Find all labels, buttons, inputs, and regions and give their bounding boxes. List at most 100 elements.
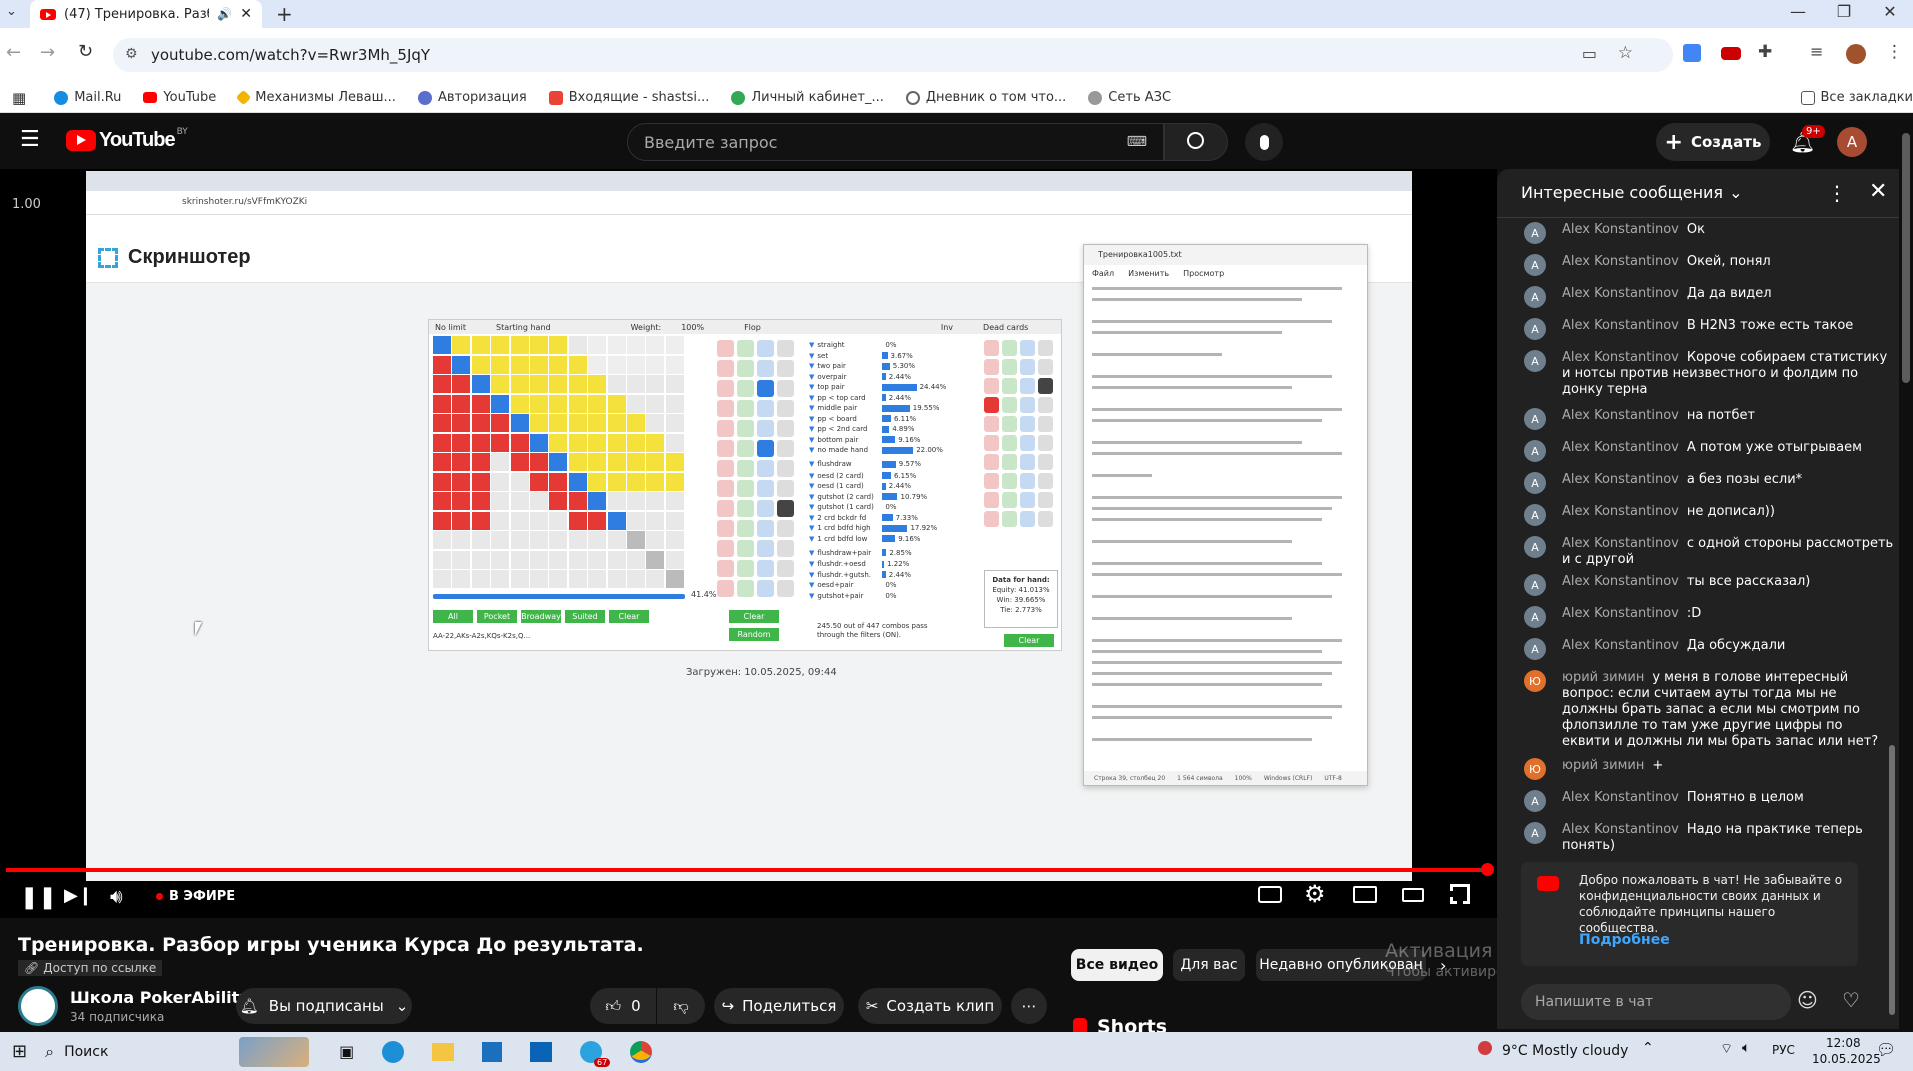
chat-input[interactable]: Напишите в чат	[1521, 984, 1791, 1020]
range-cell	[568, 531, 587, 549]
new-tab-button[interactable]: +	[276, 2, 293, 26]
explorer-icon[interactable]	[432, 1042, 455, 1061]
range-cell	[452, 453, 471, 471]
notepad-text-line	[1092, 287, 1342, 290]
account-avatar[interactable]: A	[1837, 127, 1867, 157]
flop-card-cell	[717, 440, 734, 457]
subscribed-button[interactable]: 🔔︎ Вы подписаны ⌄	[236, 988, 412, 1024]
task-view-icon[interactable]: ▣	[339, 1042, 354, 1061]
range-cell	[510, 511, 529, 530]
volume-icon[interactable]: 🔊︎	[110, 884, 123, 908]
youtube-logo[interactable]: YouTube BY	[66, 127, 188, 152]
emoji-icon[interactable]: ☺	[1797, 988, 1818, 1012]
bookmark-cabinet[interactable]: Личный кабинет_...	[731, 90, 884, 105]
reload-icon[interactable]: ↻	[78, 41, 93, 62]
channel-avatar[interactable]	[18, 986, 58, 1026]
speaker-icon[interactable]: 🔈︎	[1742, 1040, 1750, 1056]
bookmark-star-icon[interactable]: ☆	[1618, 43, 1633, 63]
chrome-icon[interactable]	[630, 1040, 653, 1063]
tab-close-icon[interactable]: ✕	[240, 6, 252, 22]
bookmark-mailru[interactable]: Mail.Ru	[54, 90, 121, 105]
stat-bar	[882, 560, 885, 568]
search-button[interactable]	[1164, 123, 1228, 161]
like-button[interactable]: 👍︎ 0	[590, 988, 656, 1024]
taskbar-search-label[interactable]: Поиск	[64, 1044, 239, 1060]
network-icon[interactable]: ⌔	[1720, 1040, 1733, 1058]
channel-name[interactable]: Школа PokerAbility	[70, 988, 250, 1007]
search-input[interactable]: Введите запрос ⌨	[627, 123, 1164, 161]
bookmark-auth[interactable]: Авторизация	[417, 90, 527, 105]
heart-icon[interactable]: ♡	[1842, 988, 1860, 1012]
chat-more-icon[interactable]: ⋮	[1827, 181, 1847, 205]
chip-all-videos[interactable]: Все видео	[1071, 949, 1163, 981]
chat-avatar: A	[1524, 822, 1546, 844]
chat-scroll-thumb[interactable]	[1889, 745, 1895, 1015]
progress-scrubber[interactable]	[1481, 863, 1494, 876]
browser-tab-active[interactable]: (47) Тренировка. Разбор и 🔊 ✕	[30, 0, 262, 28]
all-bookmarks[interactable]: Все закладки	[1800, 90, 1913, 105]
tray-chevron-icon[interactable]: ⌃	[1642, 1040, 1654, 1056]
chat-welcome-text: Добро пожаловать в чат! Не забывайте о к…	[1579, 873, 1843, 935]
translate-extension-icon[interactable]	[1683, 44, 1701, 62]
subtitles-icon[interactable]	[1258, 886, 1282, 903]
next-icon[interactable]: ▶❙	[64, 885, 93, 906]
chip-for-you[interactable]: Для вас	[1173, 949, 1245, 981]
create-button[interactable]: + Создать	[1656, 123, 1770, 161]
range-cell	[452, 472, 471, 491]
bookmark-diary[interactable]: Дневник о том что...	[905, 90, 1066, 105]
progress-bar[interactable]	[6, 863, 1494, 876]
forward-icon[interactable]: →	[40, 42, 55, 63]
telegram-icon[interactable]: 67	[580, 1040, 611, 1067]
close-window-icon[interactable]: ✕	[1870, 2, 1910, 21]
cast-icon[interactable]: ▭	[1582, 44, 1597, 63]
apps-grid-icon[interactable]: ▦	[12, 89, 26, 107]
address-bar[interactable]: ⚙ youtube.com/watch?v=Rwr3Mh_5JqY ▭ ☆	[113, 38, 1673, 72]
keyboard-icon[interactable]: ⌨	[1127, 134, 1147, 150]
site-info-icon[interactable]: ⚙	[125, 46, 138, 62]
live-indicator[interactable]: В ЭФИРЕ	[156, 889, 235, 904]
store-icon[interactable]	[482, 1041, 503, 1062]
minimize-icon[interactable]: —	[1778, 2, 1818, 21]
taskbar-search-icon[interactable]: ⌕	[45, 1042, 54, 1062]
settings-gear-icon[interactable]: ⚙	[1304, 880, 1326, 908]
notifications-button[interactable]: 🔔︎ 9+	[1786, 125, 1825, 158]
range-cell	[588, 531, 607, 549]
back-icon[interactable]: ←	[6, 42, 21, 63]
extensions-puzzle-icon[interactable]: ✚	[1758, 42, 1772, 62]
youtube-extension-icon[interactable]	[1721, 47, 1741, 60]
input-language[interactable]: РУС	[1772, 1043, 1795, 1057]
clock-date[interactable]: 10.05.2025	[1812, 1052, 1881, 1066]
bookmark-gmail[interactable]: Входящие - shastsi...	[548, 90, 709, 105]
guide-menu-icon[interactable]: ☰	[20, 127, 40, 152]
miniplayer-icon[interactable]	[1353, 886, 1377, 903]
notifications-center-icon[interactable]: 💬︎	[1876, 1040, 1896, 1059]
bookmark-youtube[interactable]: YouTube	[143, 90, 216, 105]
page-scrollbar[interactable]	[1899, 113, 1913, 1032]
more-actions-button[interactable]: ⋯	[1011, 988, 1047, 1024]
edge-icon[interactable]	[382, 1040, 405, 1063]
create-clip-button[interactable]: ✂ Создать клип	[858, 988, 1002, 1024]
weather-text[interactable]: 9°C Mostly cloudy	[1502, 1043, 1628, 1059]
page-scroll-thumb[interactable]	[1902, 133, 1910, 383]
tab-search-icon[interactable]: ⌄	[6, 4, 17, 19]
theater-mode-icon[interactable]	[1402, 888, 1424, 902]
bookmark-gas-stations[interactable]: Сеть АЗС	[1088, 90, 1171, 105]
bookmark-mechanisms[interactable]: Механизмы Леваш...	[236, 89, 396, 106]
dislike-button[interactable]: 👎︎	[657, 988, 705, 1024]
media-control-icon[interactable]: ≡	[1810, 42, 1823, 61]
chat-more-link[interactable]: Подробнее	[1579, 932, 1670, 948]
pause-icon[interactable]: ❚❚	[20, 885, 57, 910]
maximize-icon[interactable]: ❐	[1824, 2, 1864, 21]
chat-close-icon[interactable]: ✕	[1869, 179, 1887, 204]
clock-time[interactable]: 12:08	[1826, 1036, 1861, 1050]
voice-search-button[interactable]	[1245, 123, 1283, 161]
range-cell	[665, 433, 684, 452]
chat-header[interactable]: Интересные сообщения ⌄	[1521, 183, 1742, 202]
flop-card-cell	[777, 460, 794, 477]
outlook-icon[interactable]	[530, 1041, 553, 1062]
windows-start-icon[interactable]: ⊞	[12, 1041, 27, 1062]
tab-audio-icon[interactable]: 🔊	[217, 7, 232, 21]
profile-avatar-icon[interactable]	[1846, 44, 1866, 64]
browser-menu-icon[interactable]: ⋮	[1886, 42, 1903, 62]
share-button[interactable]: ↪ Поделиться	[714, 988, 844, 1024]
